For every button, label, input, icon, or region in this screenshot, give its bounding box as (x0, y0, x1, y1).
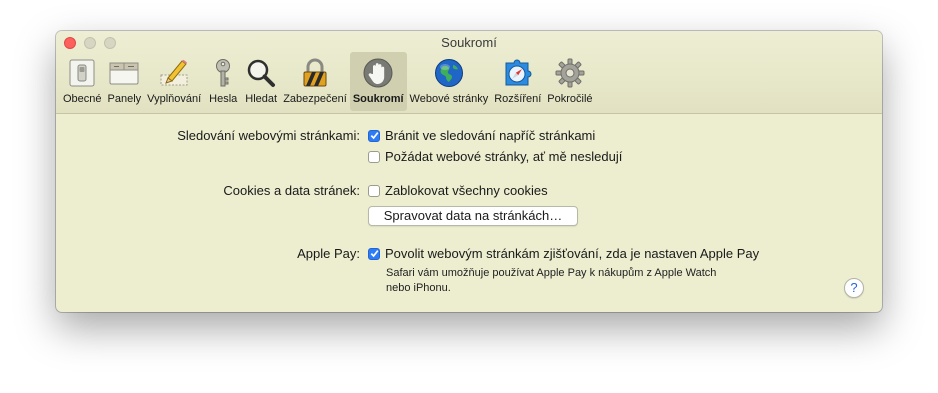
tab-privacy[interactable]: Soukromí (349, 52, 407, 111)
ask-not-track-option[interactable]: Požádat webové stránky, ať mě nesledují (368, 149, 622, 164)
padlock-icon (299, 57, 331, 89)
checkmark-icon (370, 250, 378, 258)
ask-not-track-text: Požádat webové stránky, ať mě nesledují (385, 149, 623, 164)
cookies-label: Cookies a data stránek: (223, 183, 360, 198)
block-cookies-checkbox[interactable] (368, 184, 380, 197)
applepay-note-line1: Safari vám umožňuje používat Apple Pay k… (386, 267, 717, 279)
tab-privacy-label: Soukromí (352, 93, 404, 105)
window-title: Soukromí (441, 35, 497, 50)
tabs-icon (108, 57, 140, 89)
checkmark-icon (370, 132, 378, 140)
hand-icon (362, 57, 394, 89)
preferences-window: Soukromí Obecné Panely Vyplňování Hesla … (56, 31, 882, 312)
autofill-pencil-icon (158, 57, 190, 89)
ask-not-track-checkbox[interactable] (368, 150, 380, 163)
tab-advanced[interactable]: Pokročilé (544, 52, 595, 111)
tab-autofill[interactable]: Vyplňování (144, 52, 204, 111)
tab-websites[interactable]: Webové stránky (407, 52, 492, 111)
puzzle-compass-icon (502, 57, 534, 89)
applepay-label: Apple Pay: (297, 246, 360, 261)
tab-extensions-label: Rozšíření (494, 93, 542, 105)
help-button[interactable]: ? (844, 278, 864, 298)
tab-tabs-label: Panely (107, 93, 142, 105)
applepay-text: Povolit webovým stránkám zjišťování, zda… (385, 246, 760, 261)
privacy-pane: Sledování webovými stránkami: Bránit ve … (56, 114, 882, 312)
manage-website-data-button[interactable]: Spravovat data na stránkách… (368, 206, 578, 226)
tab-search[interactable]: Hledat (242, 52, 280, 111)
general-switch-icon (66, 57, 98, 89)
applepay-note: Safari vám umožňuje používat Apple Pay k… (386, 266, 776, 296)
globe-icon (433, 57, 465, 89)
applepay-note-line2: nebo iPhonu. (386, 282, 451, 294)
tab-search-label: Hledat (245, 93, 278, 105)
key-icon (207, 57, 239, 89)
tab-tabs[interactable]: Panely (105, 52, 145, 111)
tab-security[interactable]: Zabezpečení (280, 52, 350, 111)
tab-general-label: Obecné (63, 93, 102, 105)
prevent-tracking-option[interactable]: Bránit ve sledování napříč stránkami (368, 128, 595, 143)
tracking-label: Sledování webovými stránkami: (177, 128, 360, 143)
block-cookies-option[interactable]: Zablokovat všechny cookies (368, 183, 548, 198)
tab-websites-label: Webové stránky (409, 93, 489, 105)
gear-icon (554, 57, 586, 89)
tab-autofill-label: Vyplňování (147, 93, 202, 105)
tab-extensions[interactable]: Rozšíření (491, 52, 544, 111)
block-cookies-text: Zablokovat všechny cookies (385, 183, 548, 198)
applepay-checkbox[interactable] (368, 247, 380, 260)
preferences-toolbar: Obecné Panely Vyplňování Hesla Hledat Za… (60, 52, 596, 111)
magnifier-icon (245, 57, 277, 89)
tab-general[interactable]: Obecné (60, 52, 105, 111)
tab-passwords[interactable]: Hesla (204, 52, 242, 111)
prevent-tracking-checkbox[interactable] (368, 129, 380, 142)
tab-advanced-label: Pokročilé (547, 93, 593, 105)
titlebar: Soukromí Obecné Panely Vyplňování Hesla … (56, 31, 882, 114)
applepay-option[interactable]: Povolit webovým stránkám zjišťování, zda… (368, 246, 759, 261)
prevent-tracking-text: Bránit ve sledování napříč stránkami (385, 128, 596, 143)
tab-passwords-label: Hesla (209, 93, 238, 105)
tab-security-label: Zabezpečení (283, 93, 347, 105)
